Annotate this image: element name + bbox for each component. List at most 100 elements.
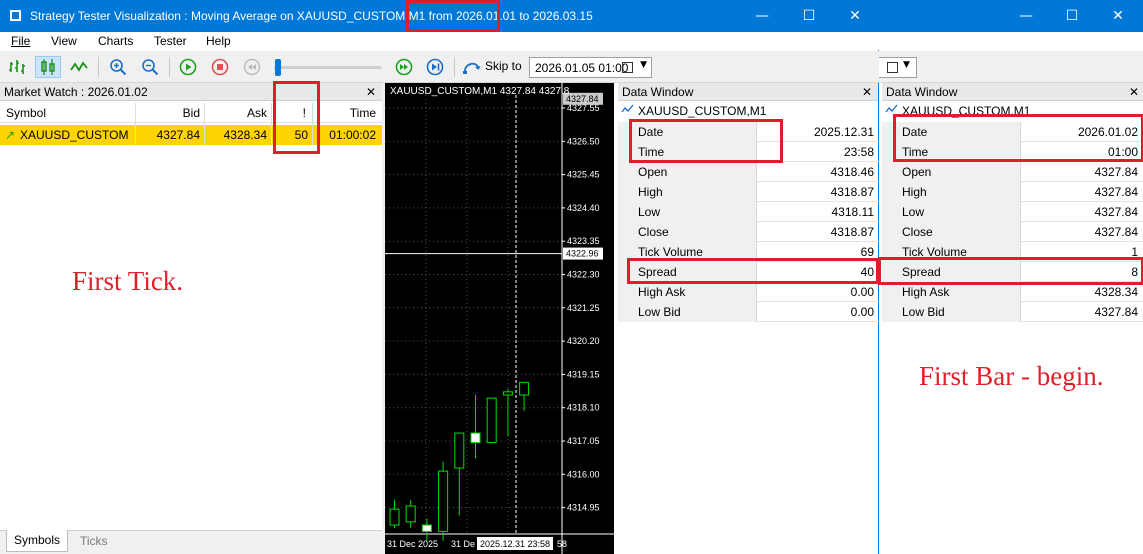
close-icon[interactable]: ✕ (366, 83, 376, 101)
data-row-value: 0.00 (850, 285, 874, 299)
data-row-close: Close 4318.87 (618, 222, 879, 242)
market-watch-tabs: Symbols Ticks (0, 530, 382, 554)
zoom-in-icon[interactable] (107, 56, 129, 78)
maximize-button-2[interactable]: ☐ (1049, 0, 1095, 32)
calendar-icon[interactable] (622, 62, 633, 73)
menu-file[interactable]: File (11, 33, 30, 49)
data-row-value: 4318.87 (830, 185, 874, 199)
speed-slider-track[interactable] (274, 66, 382, 69)
data-row-time: Time 23:58 (618, 142, 879, 162)
menu-help[interactable]: Help (206, 33, 231, 49)
candle-body (470, 432, 481, 444)
minimize-button-2[interactable]: — (1003, 0, 1049, 32)
price-tick-label: 4321.25 (567, 303, 600, 313)
close-button-2[interactable]: ✕ (1095, 0, 1141, 32)
candle-body (486, 397, 497, 444)
row-time: 01:00:02 (329, 128, 376, 142)
skip-to-datetime-field[interactable]: 2026.01.05 01:00 ▼ (529, 57, 652, 78)
market-watch-row[interactable]: ↗ XAUUSD_CUSTOM 4327.84 4328.34 50 01:00… (0, 125, 382, 145)
data-window-title: Data Window (622, 85, 694, 99)
column-time[interactable]: Time (313, 103, 376, 123)
price-tick-label: 4318.10 (567, 403, 600, 413)
column-spread[interactable]: ! (272, 103, 306, 123)
data-row-label: Close (618, 222, 757, 242)
skip-to-icon[interactable] (461, 56, 483, 78)
fast-forward-icon[interactable] (393, 56, 415, 78)
close-icon[interactable]: ✕ (862, 83, 872, 101)
speed-slider-thumb[interactable] (275, 59, 281, 76)
column-separator (135, 103, 136, 145)
price-tick-label: 4322.30 (567, 270, 600, 280)
tab-symbols[interactable]: Symbols (6, 530, 68, 552)
annotation-first-bar: First Bar - begin. (919, 361, 1104, 391)
data-row-label: Date (882, 122, 1021, 142)
market-watch-header: Market Watch : 2026.01.02 ✕ (0, 83, 382, 101)
chevron-down-icon[interactable]: ▼ (640, 60, 647, 70)
data-row-value: 4327.84 (1094, 305, 1138, 319)
play-icon[interactable] (177, 56, 199, 78)
data-row-value: 2025.12.31 (813, 125, 874, 139)
close-icon-2[interactable]: ✕ (1129, 83, 1139, 101)
column-bid[interactable]: Bid (136, 103, 200, 123)
candle-body (519, 381, 530, 396)
price-tick-label: 4314.95 (567, 503, 600, 513)
data-row-open: Open 4327.84 (882, 162, 1143, 182)
data-row-label: Low Bid (618, 302, 757, 322)
menu-tester[interactable]: Tester (154, 33, 187, 49)
row-bid: 4327.84 (156, 128, 200, 142)
candle-body (454, 432, 465, 469)
crosshair-time-label: 2025.12.31 23:58 (480, 539, 550, 549)
row-symbol: XAUUSD_CUSTOM (20, 128, 129, 142)
data-row-value: 2026.01.02 (1077, 125, 1138, 139)
data-row-high: High 4318.87 (618, 182, 879, 202)
data-row-value: 4318.46 (830, 165, 874, 179)
candlestick-icon[interactable] (35, 56, 61, 78)
menu-bar: File View Charts Tester Help (0, 32, 879, 50)
window-title: Strategy Tester Visualization : Moving A… (30, 9, 593, 23)
data-row-value: 4327.84 (1094, 225, 1138, 239)
data-window-symbol-2: XAUUSD_CUSTOM,M1 (882, 102, 1143, 120)
tab-symbols-label: Symbols (13, 533, 60, 547)
data-row-time: Time 01:00 (882, 142, 1143, 162)
chevron-down-icon-2[interactable]: ▼ (903, 60, 910, 70)
data-window-symbol: XAUUSD_CUSTOM,M1 (618, 102, 878, 120)
column-symbol[interactable]: Symbol (6, 103, 46, 123)
price-tick-label: 4323.35 (567, 236, 600, 246)
candlestick-chart-svg[interactable]: 4327.554326.504325.454324.404323.354322.… (385, 83, 614, 554)
data-row-open: Open 4318.46 (618, 162, 879, 182)
menu-charts[interactable]: Charts (98, 33, 133, 49)
candle-body (405, 505, 416, 523)
data-row-date: Date 2026.01.02 (882, 122, 1143, 142)
calendar-icon-2[interactable] (887, 62, 898, 73)
minimize-button[interactable]: — (739, 0, 785, 32)
data-row-high-ask: High Ask 4328.34 (882, 282, 1143, 302)
line-chart-icon[interactable] (68, 56, 90, 78)
stop-icon[interactable] (209, 56, 231, 78)
candle-body (502, 391, 513, 396)
main-title-bar[interactable]: Strategy Tester Visualization : Moving A… (0, 0, 878, 32)
current-price-tag-label: 4327.84 (566, 94, 599, 104)
candle-body (389, 508, 400, 526)
data-row-label: Time (882, 142, 1021, 162)
data-row-label: Low (618, 202, 757, 222)
time-tick-label: 58 (557, 539, 567, 549)
maximize-button[interactable]: ☐ (786, 0, 832, 32)
zoom-out-icon[interactable] (139, 56, 161, 78)
tab-ticks[interactable]: Ticks (80, 534, 108, 548)
data-row-high-ask: High Ask 0.00 (618, 282, 879, 302)
rewind-icon[interactable] (241, 56, 263, 78)
menu-view[interactable]: View (51, 33, 77, 49)
toolbar-separator (169, 57, 170, 77)
skip-to-datetime-field-2[interactable]: ▼ (879, 57, 917, 78)
secondary-title-bar[interactable]: — ☐ ✕ (879, 0, 1143, 32)
data-row-label: High Ask (618, 282, 757, 302)
data-row-label: Tick Volume (882, 242, 1021, 262)
data-row-value: 4327.84 (1094, 185, 1138, 199)
data-row-value: 69 (860, 245, 874, 259)
step-forward-icon[interactable] (424, 56, 446, 78)
column-ask[interactable]: Ask (205, 103, 267, 123)
close-button[interactable]: ✕ (832, 0, 878, 32)
bar-chart-icon[interactable] (6, 56, 28, 78)
data-row-label: High Ask (882, 282, 1021, 302)
price-chart[interactable]: 4327.55 4326.50 4325.45 4324.40 4323.35 4322.… (385, 83, 614, 554)
